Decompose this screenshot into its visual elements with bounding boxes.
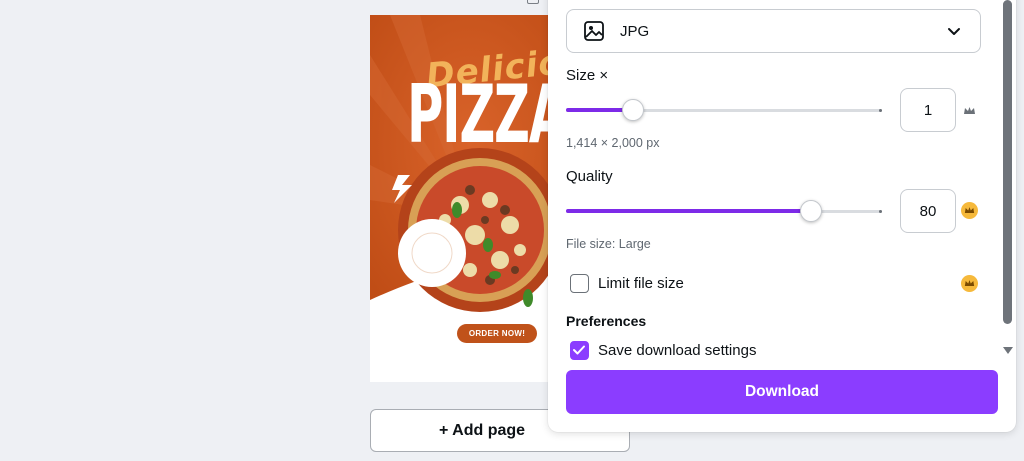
save-settings-checkbox[interactable] — [570, 341, 589, 360]
file-type-select[interactable]: JPG — [566, 9, 981, 53]
save-settings-label: Save download settings — [598, 342, 757, 359]
preferences-heading: Preferences — [566, 313, 647, 329]
quality-input[interactable]: 80 — [900, 189, 956, 233]
quality-slider-fill — [566, 209, 810, 213]
size-slider[interactable] — [566, 99, 882, 121]
file-size-info: File size: Large — [566, 237, 651, 251]
size-label: Size × — [566, 67, 609, 84]
quality-slider-thumb[interactable] — [800, 200, 822, 222]
size-input[interactable]: 1 — [900, 88, 956, 132]
headline-main: PIZZA — [407, 68, 567, 161]
toolbar-icon[interactable] — [527, 0, 539, 4]
premium-crown-icon — [961, 275, 978, 292]
download-panel: JPG Size × 1 1,414 × 2,000 px Quality 80… — [548, 0, 1016, 432]
premium-crown-icon — [961, 202, 978, 219]
size-slider-thumb[interactable] — [622, 99, 644, 121]
limit-file-size-checkbox[interactable] — [570, 274, 589, 293]
scroll-down-arrow-icon[interactable] — [1003, 347, 1013, 354]
quality-slider[interactable] — [566, 200, 882, 222]
size-slider-end — [879, 109, 882, 112]
file-type-value: JPG — [620, 22, 650, 40]
order-now-badge: ORDER NOW! — [457, 324, 537, 343]
chevron-down-icon — [948, 28, 960, 35]
download-button[interactable]: Download — [566, 370, 998, 414]
crown-icon — [961, 102, 978, 119]
panel-scrollbar[interactable] — [1003, 0, 1012, 324]
design-thumbnail[interactable]: Delicious PIZZA ORDER NOW! — [370, 15, 570, 382]
image-icon — [584, 21, 604, 41]
size-dimensions: 1,414 × 2,000 px — [566, 136, 660, 150]
limit-file-size-label: Limit file size — [598, 275, 684, 292]
checkmark-icon — [573, 345, 585, 355]
quality-label: Quality — [566, 168, 613, 185]
quality-slider-end — [879, 210, 882, 213]
